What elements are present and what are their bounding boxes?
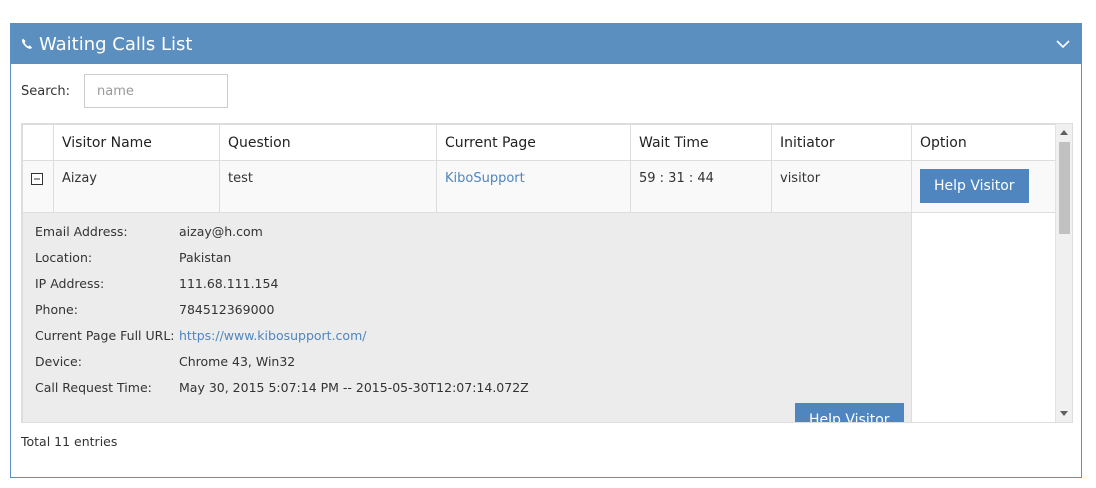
- panel-title: Waiting Calls List: [39, 33, 193, 55]
- visitor-details: Email Address: aizay@h.com Location: Pak…: [22, 212, 912, 422]
- detail-value-phone: 784512369000: [179, 302, 275, 317]
- current-page-cell: KiboSupport: [436, 160, 631, 213]
- search-input[interactable]: [84, 74, 229, 108]
- detail-value-call-time: May 30, 2015 5:07:14 PM -- 2015-05-30T12…: [179, 380, 529, 395]
- column-header[interactable]: Question: [219, 124, 437, 161]
- detail-row: Email Address: aizay@h.com Location: Pak…: [22, 212, 1057, 422]
- help-visitor-button[interactable]: Help Visitor: [920, 169, 1029, 203]
- question-cell: test: [219, 160, 437, 213]
- scroll-down-arrow-icon[interactable]: [1060, 411, 1068, 416]
- current-page-link[interactable]: KiboSupport: [445, 171, 525, 186]
- collapse-row-icon[interactable]: [31, 173, 43, 185]
- vertical-scrollbar[interactable]: [1055, 124, 1072, 422]
- detail-help-visitor-button[interactable]: Help Visitor: [795, 403, 904, 422]
- detail-value-location: Pakistan: [179, 250, 232, 265]
- chevron-down-icon[interactable]: [1055, 36, 1071, 52]
- expand-cell: [22, 160, 54, 213]
- detail-label-phone: Phone:: [35, 302, 78, 317]
- waiting-calls-table: Visitor Name Question Current Page Wait …: [21, 123, 1073, 423]
- waiting-calls-panel: Waiting Calls List Search: Visitor Name …: [10, 23, 1082, 478]
- table-header-row: Visitor Name Question Current Page Wait …: [22, 124, 1057, 161]
- search-row: Search:: [21, 74, 229, 108]
- detail-label-device: Device:: [35, 354, 82, 369]
- column-header[interactable]: Wait Time: [630, 124, 772, 161]
- detail-value-device: Chrome 43, Win32: [179, 354, 296, 369]
- detail-value-email: aizay@h.com: [179, 224, 263, 239]
- detail-value-ip: 111.68.111.154: [179, 276, 279, 291]
- detail-list: Email Address: aizay@h.com Location: Pak…: [35, 223, 911, 396]
- detail-label-email: Email Address:: [35, 224, 128, 239]
- search-label: Search:: [21, 83, 71, 99]
- detail-empty-cell: [911, 212, 1057, 422]
- scroll-thumb[interactable]: [1059, 142, 1070, 234]
- scroll-up-arrow-icon[interactable]: [1060, 130, 1068, 135]
- panel-header: Waiting Calls List: [11, 24, 1081, 64]
- visitor-name-cell: Aizay: [53, 160, 220, 213]
- detail-label-url: Current Page Full URL:: [35, 328, 175, 343]
- column-header[interactable]: Initiator: [771, 124, 912, 161]
- wait-time-cell: 59 : 31 : 44: [630, 160, 772, 213]
- detail-label-location: Location:: [35, 250, 93, 265]
- total-entries: Total 11 entries: [21, 434, 118, 449]
- initiator-cell: visitor: [771, 160, 912, 213]
- column-header[interactable]: Current Page: [436, 124, 631, 161]
- column-header[interactable]: Option: [911, 124, 1057, 161]
- detail-value-url-link[interactable]: https://www.kibosupport.com/: [179, 327, 911, 344]
- detail-label-call-time: Call Request Time:: [35, 380, 152, 395]
- option-cell: Help Visitor: [911, 160, 1057, 213]
- detail-label-ip: IP Address:: [35, 276, 105, 291]
- table-row: Aizay test KiboSupport 59 : 31 : 44 visi…: [22, 160, 1057, 213]
- phone-icon: [21, 38, 33, 50]
- column-header[interactable]: Visitor Name: [53, 124, 220, 161]
- expand-column-header: [22, 124, 54, 161]
